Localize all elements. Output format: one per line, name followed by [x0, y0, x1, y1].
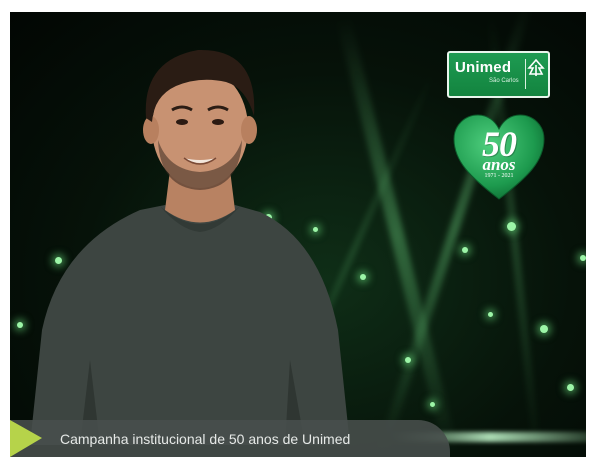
anniversary-heart-badge: 50 anos 1971 - 2021: [452, 113, 546, 201]
badge-word: anos: [482, 155, 516, 174]
badge-years: 1971 - 2021: [484, 173, 514, 179]
logo-name: Unimed: [455, 59, 512, 76]
unimed-logo: Unimed São Carlos: [447, 51, 550, 98]
logo-location: São Carlos: [489, 78, 519, 84]
caption-bar: Campanha institucional de 50 anos de Uni…: [10, 420, 450, 457]
caption-arrow-icon: [10, 420, 42, 457]
video-frame: Unimed São Carlos 50 anos 1971 - 2021 Ca…: [0, 0, 596, 457]
presenter-figure: [30, 49, 350, 445]
caption-text: Campanha institucional de 50 anos de Uni…: [60, 431, 351, 447]
unimed-tree-icon: [527, 59, 545, 76]
